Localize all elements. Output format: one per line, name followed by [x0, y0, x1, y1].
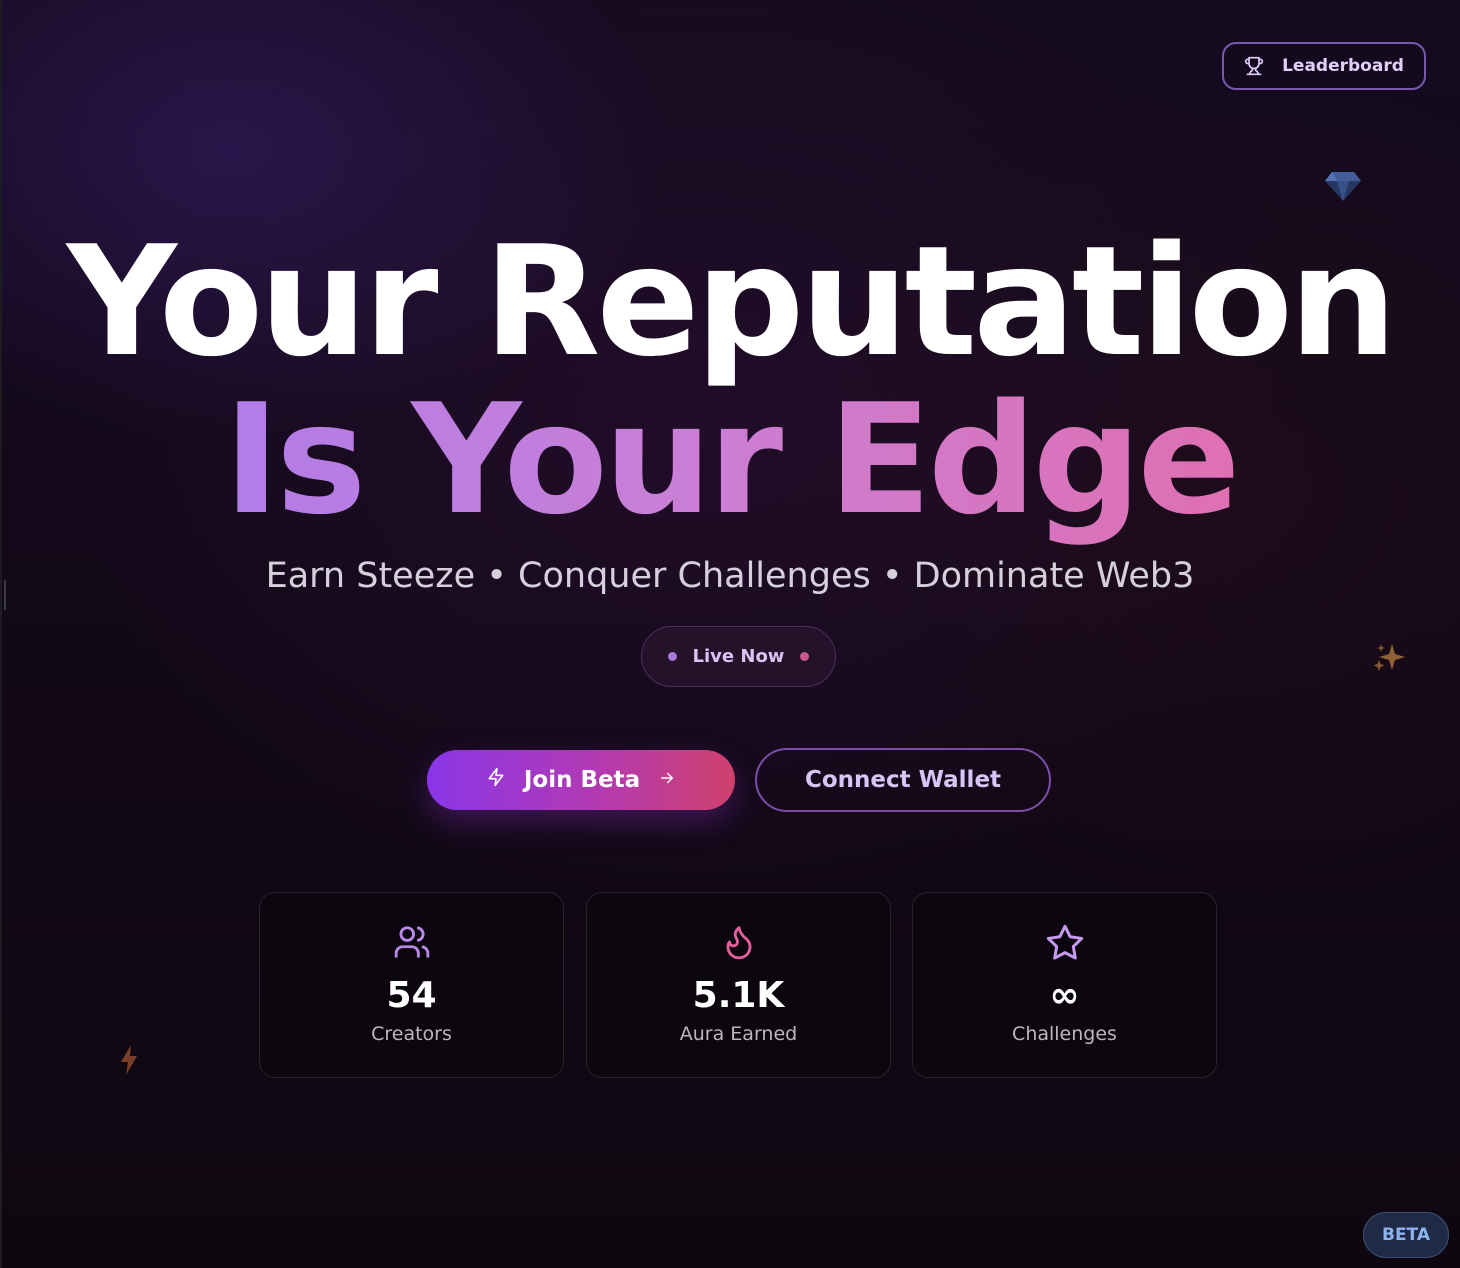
connect-wallet-label: Connect Wallet: [804, 767, 1002, 793]
flame-icon: [587, 923, 890, 961]
lightning-icon: [486, 767, 506, 793]
window-edge: [0, 0, 2, 1268]
users-icon: [260, 923, 563, 961]
lightning-bolt-icon: [118, 1044, 140, 1080]
beta-badge[interactable]: BETA: [1363, 1212, 1449, 1258]
star-icon: [913, 923, 1216, 963]
leaderboard-label: Leaderboard: [1282, 56, 1404, 76]
stat-card-aura: 5.1K Aura Earned: [586, 892, 891, 1078]
stat-card-challenges: ∞ Challenges: [912, 892, 1217, 1078]
gem-icon: [1324, 170, 1362, 206]
join-beta-button[interactable]: Join Beta: [427, 750, 735, 810]
stat-value: ∞: [1049, 975, 1080, 1016]
stat-value: 54: [386, 975, 437, 1016]
trophy-icon: [1244, 56, 1264, 76]
live-status-pill: Live Now: [641, 626, 836, 687]
join-beta-label: Join Beta: [523, 767, 641, 793]
headline-gradient-text: Is Your Edge: [223, 371, 1240, 548]
stat-label: Creators: [371, 1023, 452, 1045]
tagline: Earn Steeze • Conquer Challenges • Domin…: [265, 556, 1195, 596]
live-label: Live Now: [692, 646, 785, 667]
sparkles-icon: [1372, 642, 1406, 678]
headline-line-2: Is Your Edge: [0, 384, 1460, 536]
connect-wallet-button[interactable]: Connect Wallet: [755, 748, 1051, 812]
headline-line-1: Your Reputation: [66, 213, 1397, 390]
stat-label: Challenges: [1012, 1023, 1117, 1045]
status-dot-icon: [800, 652, 810, 661]
stat-value: 5.1K: [692, 975, 785, 1016]
stat-label: Aura Earned: [679, 1023, 798, 1045]
arrow-right-icon: [658, 767, 676, 793]
stat-card-creators: 54 Creators: [259, 892, 564, 1078]
status-dot-icon: [667, 652, 677, 661]
leaderboard-button[interactable]: Leaderboard: [1222, 42, 1426, 90]
